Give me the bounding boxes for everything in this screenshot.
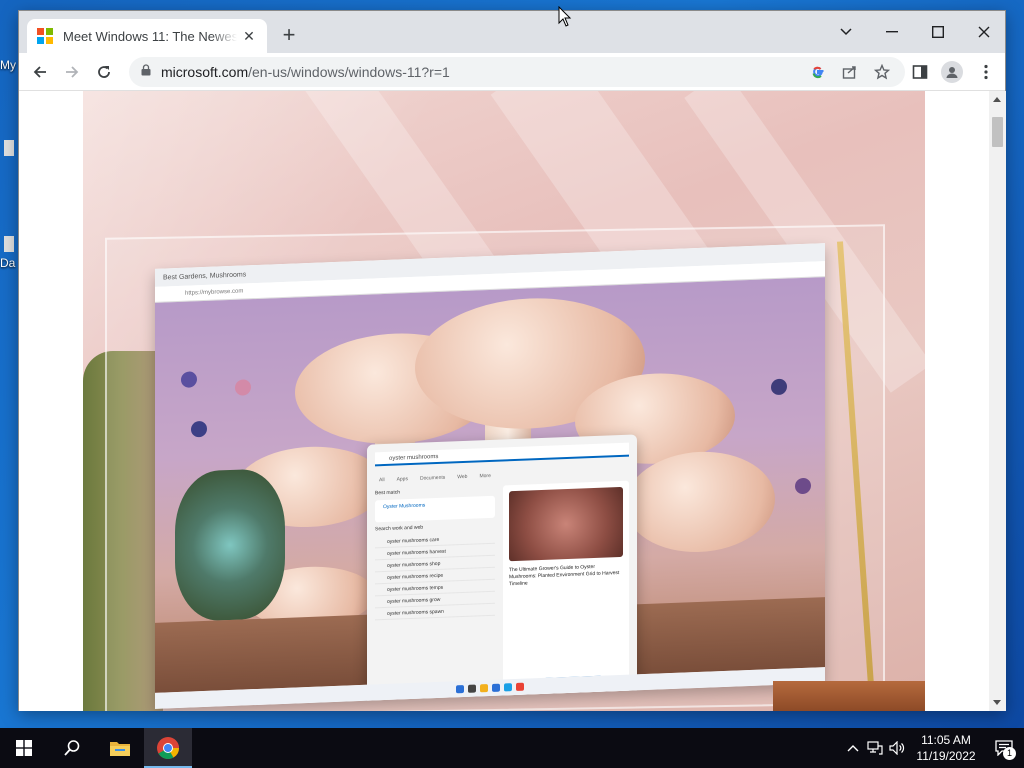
hero-image: Best Gardens, Mushrooms https://mybrowse… (83, 91, 925, 711)
title-bar: Meet Windows 11: The Newest W ✕ + (19, 11, 1005, 53)
mouse-cursor-icon (558, 6, 572, 27)
tab-close-icon[interactable]: ✕ (241, 28, 257, 44)
search-icon (64, 740, 80, 756)
page-content: Best Gardens, Mushrooms https://mybrowse… (19, 91, 989, 711)
maximize-icon[interactable] (915, 17, 961, 47)
system-tray: 11:05 AM 11/19/2022 1 (842, 728, 1024, 768)
scroll-up-arrow-icon[interactable] (993, 97, 1001, 102)
mock-article-preview: The Ultimate Grower's Guide to Oyster Mu… (503, 480, 629, 702)
desktop-icon-label-my[interactable]: My (0, 58, 16, 72)
mock-search-panel: oyster mushrooms All Apps Documents Web … (367, 434, 637, 709)
windows-taskbar: 11:05 AM 11/19/2022 1 (0, 728, 1024, 768)
file-explorer-button[interactable] (96, 728, 144, 768)
desk-surface (773, 681, 925, 711)
mock-wallpaper: oyster mushrooms All Apps Documents Web … (155, 277, 825, 709)
reload-icon[interactable] (91, 59, 117, 85)
network-icon[interactable] (864, 728, 886, 768)
clock-time: 11:05 AM (921, 733, 971, 747)
notification-count-badge: 1 (1003, 747, 1016, 760)
desktop-icon-label-da[interactable]: Da (0, 256, 15, 270)
page-scrollbar[interactable] (989, 91, 1006, 711)
browser-tab[interactable]: Meet Windows 11: The Newest W ✕ (27, 19, 267, 53)
browser-toolbar: microsoft.com/en-us/windows/windows-11?r… (19, 53, 1005, 91)
tab-search-chevron-down-icon[interactable] (823, 17, 869, 47)
forward-arrow-icon[interactable] (59, 59, 85, 85)
microsoft-logo-icon (37, 28, 53, 44)
tab-title: Meet Windows 11: The Newest W (63, 28, 237, 44)
taskbar-clock[interactable]: 11:05 AM 11/19/2022 (908, 732, 984, 764)
start-button[interactable] (0, 728, 48, 768)
google-icon[interactable] (807, 61, 829, 83)
browser-window: Meet Windows 11: The Newest W ✕ + (18, 10, 1006, 711)
windows-11-screen-mockup: Best Gardens, Mushrooms https://mybrowse… (155, 243, 825, 709)
windows-icon (16, 740, 32, 756)
sidebar-icon[interactable] (907, 59, 933, 85)
scrollbar-thumb[interactable] (992, 117, 1003, 147)
chrome-icon (157, 737, 179, 759)
chrome-taskbar-button[interactable] (144, 728, 192, 768)
lock-icon[interactable] (141, 63, 151, 81)
clock-date: 11/19/2022 (916, 749, 976, 763)
minimize-icon[interactable] (869, 17, 915, 47)
back-arrow-icon[interactable] (27, 59, 53, 85)
taskbar-search-button[interactable] (48, 728, 96, 768)
new-tab-plus-icon[interactable]: + (277, 24, 301, 48)
desktop-icon[interactable] (4, 236, 14, 252)
scroll-down-arrow-icon[interactable] (993, 700, 1001, 705)
show-hidden-icons-chevron-up-icon[interactable] (842, 728, 864, 768)
close-window-icon[interactable] (961, 17, 1007, 47)
profile-avatar-icon[interactable] (941, 61, 963, 83)
action-center-button[interactable]: 1 (984, 728, 1024, 768)
desktop-icon[interactable] (4, 140, 14, 156)
bookmark-star-icon[interactable] (871, 61, 893, 83)
mock-search-results: Best match Oyster Mushrooms Search work … (375, 486, 495, 707)
mock-search-box: oyster mushrooms (375, 442, 629, 467)
share-icon[interactable] (839, 61, 861, 83)
menu-dots-icon[interactable] (973, 59, 999, 85)
volume-icon[interactable] (886, 728, 908, 768)
url-text[interactable]: microsoft.com/en-us/windows/windows-11?r… (161, 64, 797, 80)
address-bar[interactable]: microsoft.com/en-us/windows/windows-11?r… (129, 57, 905, 87)
folder-icon (110, 742, 130, 756)
